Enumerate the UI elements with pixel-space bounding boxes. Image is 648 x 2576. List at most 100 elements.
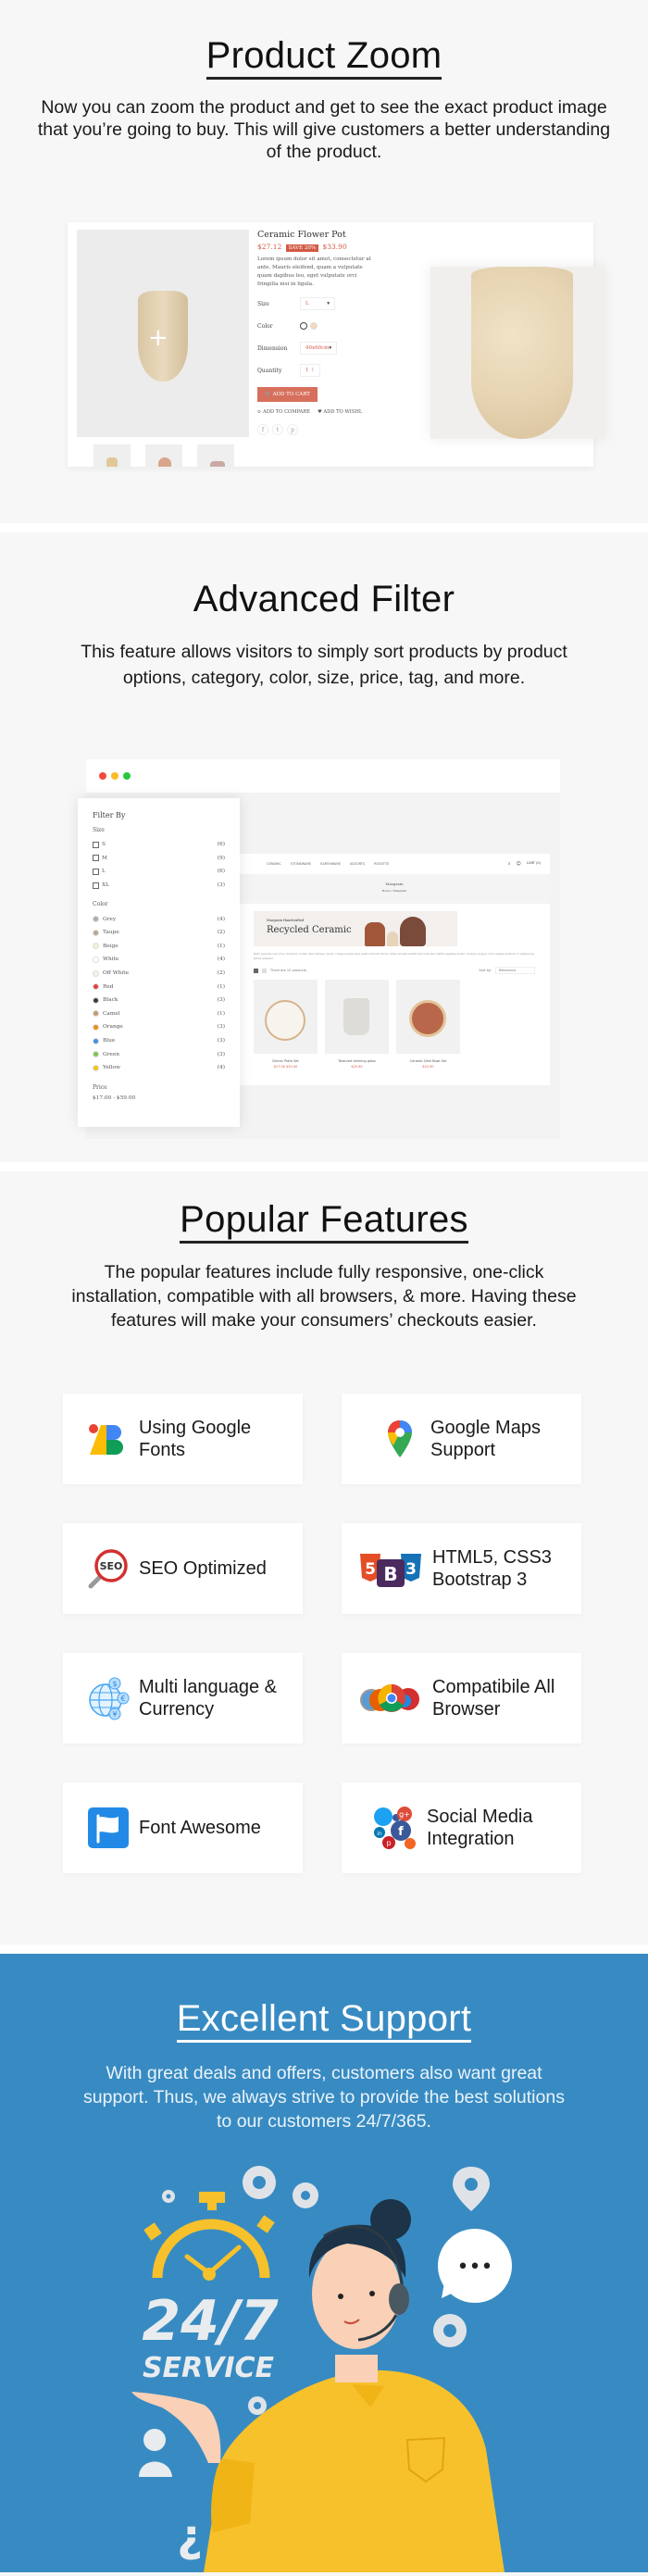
product-price: $22.90 bbox=[422, 1065, 434, 1069]
checkbox[interactable] bbox=[93, 855, 99, 862]
size-select[interactable]: L ▾ bbox=[300, 297, 335, 310]
category-banner: Masgrain Handcrafted Recycled Ceramic bbox=[254, 911, 457, 946]
color-label: Color bbox=[257, 322, 273, 330]
quantity-stepper[interactable]: 1 ⇕ bbox=[300, 364, 320, 377]
nav-item[interactable]: CERAMIC bbox=[267, 862, 281, 866]
feature-card: Using Google Fonts bbox=[63, 1394, 303, 1484]
location-pin-icon bbox=[453, 2167, 490, 2211]
product-zoom-description: Now you can zoom the product and get to … bbox=[37, 97, 611, 162]
color-filter-option[interactable]: Orange (3) bbox=[93, 1020, 225, 1034]
dimension-select[interactable]: 40x60cm ▾ bbox=[300, 342, 338, 355]
feature-card: Compatibile All Browser bbox=[342, 1653, 581, 1744]
feature-label: Font Awesome bbox=[139, 1818, 261, 1838]
nav-item[interactable]: EARTHWARE bbox=[320, 862, 341, 866]
color-swatch[interactable] bbox=[93, 969, 99, 977]
color-swatch[interactable] bbox=[93, 916, 99, 923]
thumbnail-pot[interactable] bbox=[145, 444, 182, 467]
option-count: (4) bbox=[217, 957, 225, 963]
svg-text:$: $ bbox=[112, 1680, 117, 1688]
color-swatch[interactable] bbox=[93, 943, 99, 950]
option-label: XL bbox=[102, 882, 109, 889]
color-filter-option[interactable]: Blue (3) bbox=[93, 1034, 225, 1048]
breadcrumb: Masgrain Home / Masgrain bbox=[239, 874, 550, 904]
color-filter-option[interactable]: Green (3) bbox=[93, 1047, 225, 1061]
color-filter-option[interactable]: Red (1) bbox=[93, 980, 225, 994]
product-main-image[interactable]: + bbox=[77, 230, 249, 437]
add-to-cart-button[interactable]: 🛒 ADD TO CART bbox=[257, 387, 318, 402]
feature-label: Google Maps Support bbox=[430, 1418, 541, 1460]
popular-features-description: The popular features include fully respo… bbox=[71, 1262, 577, 1331]
gear-icon bbox=[293, 2182, 318, 2208]
product-card[interactable]: Dinner Plate Set $17.00 $20.00 bbox=[254, 980, 318, 1069]
nav-item[interactable]: ROSETTE bbox=[374, 862, 389, 866]
color-swatch-beige[interactable] bbox=[310, 322, 318, 330]
option-count: (1) bbox=[217, 983, 225, 990]
color-filter-option[interactable]: Beige (1) bbox=[93, 940, 225, 954]
checkbox[interactable] bbox=[93, 882, 99, 889]
browsers-icon bbox=[358, 1677, 423, 1719]
color-swatch-white[interactable] bbox=[300, 322, 307, 330]
thumbnail-cup[interactable] bbox=[197, 444, 234, 467]
product-old-price: $33.90 bbox=[322, 243, 347, 251]
color-filter-option[interactable]: Camel (1) bbox=[93, 1007, 225, 1021]
popular-features-section: Popular Features The popular features in… bbox=[0, 1171, 648, 1945]
product-card[interactable]: Ceramic Dish Bowl Set $22.90 bbox=[396, 980, 460, 1069]
checkbox[interactable] bbox=[93, 868, 99, 875]
option-count: (4) bbox=[217, 916, 225, 922]
list-view-icon[interactable] bbox=[262, 968, 267, 973]
price-range[interactable]: $17.00 - $59.00 bbox=[93, 1095, 225, 1101]
sort-select[interactable]: Relevance bbox=[494, 967, 535, 974]
option-label: L bbox=[102, 869, 106, 875]
product-price: $27.12 bbox=[257, 243, 282, 251]
color-swatch[interactable] bbox=[93, 1051, 99, 1058]
thumbnail-vase[interactable] bbox=[93, 444, 131, 467]
pinterest-icon[interactable]: p bbox=[287, 424, 298, 435]
color-filter-option[interactable]: Black (3) bbox=[93, 994, 225, 1007]
product-name: Dinner Plate Set bbox=[272, 1059, 299, 1063]
plate-image bbox=[265, 1000, 305, 1041]
cart-link[interactable]: CART (0) bbox=[527, 861, 541, 867]
size-filter-option[interactable]: M (9) bbox=[93, 852, 225, 866]
dimension-label: Dimension bbox=[257, 344, 288, 352]
size-filter-option[interactable]: L (6) bbox=[93, 865, 225, 879]
color-filter-option[interactable]: Off White (2) bbox=[93, 967, 225, 981]
twitter-icon[interactable]: t bbox=[272, 424, 283, 435]
nav-item[interactable]: ASSORTS bbox=[350, 862, 365, 866]
service-text: SERVICE bbox=[143, 2352, 275, 2384]
color-filter-option[interactable]: Grey (4) bbox=[93, 912, 225, 926]
option-label: Green bbox=[103, 1051, 119, 1057]
color-filter-option[interactable]: Yellow (4) bbox=[93, 1061, 225, 1075]
color-filter-option[interactable]: White (4) bbox=[93, 953, 225, 967]
color-swatch[interactable] bbox=[93, 1064, 99, 1071]
feature-card: Font Awesome bbox=[63, 1782, 303, 1873]
features-grid: Using Google Fonts Google Maps Support S… bbox=[63, 1394, 581, 1873]
color-swatch[interactable] bbox=[93, 1037, 99, 1044]
color-swatch[interactable] bbox=[93, 956, 99, 963]
option-label: Orange bbox=[103, 1024, 123, 1031]
color-swatch[interactable] bbox=[93, 1023, 99, 1031]
user-icon[interactable]: ☺ bbox=[517, 861, 521, 867]
color-swatch[interactable] bbox=[93, 929, 99, 936]
svg-text:in: in bbox=[377, 1831, 382, 1837]
color-filter-option[interactable]: Taupe (2) bbox=[93, 926, 225, 940]
search-icon[interactable]: ⌕ bbox=[508, 861, 511, 867]
facebook-icon[interactable]: f bbox=[257, 424, 268, 435]
grid-view-icon[interactable] bbox=[254, 968, 258, 973]
color-swatch[interactable] bbox=[93, 983, 99, 991]
color-filter-list: Grey (4) Taupe (2) Beige (1) White (4) Off White… bbox=[93, 912, 225, 1074]
nav-item[interactable]: STONEWARE bbox=[291, 862, 311, 866]
price-heading: Price bbox=[93, 1083, 107, 1091]
size-filter-option[interactable]: XL (3) bbox=[93, 879, 225, 893]
add-to-wishlist-link[interactable]: ♥ ADD TO WISHL bbox=[318, 409, 362, 415]
checkbox[interactable] bbox=[93, 841, 99, 848]
seo-icon: SEO bbox=[87, 1547, 130, 1590]
quantity-label: Quantity bbox=[257, 367, 282, 374]
product-image bbox=[396, 980, 460, 1054]
color-swatch[interactable] bbox=[93, 996, 99, 1004]
option-label: Off White bbox=[103, 970, 130, 977]
color-swatch[interactable] bbox=[93, 1010, 99, 1018]
size-filter-option[interactable]: S (6) bbox=[93, 838, 225, 852]
product-card[interactable]: Textured drinking glass $25.90 bbox=[325, 980, 389, 1069]
svg-text:g+: g+ bbox=[399, 1810, 410, 1819]
add-to-compare-link[interactable]: ⟳ ADD TO COMPARE bbox=[257, 409, 310, 415]
